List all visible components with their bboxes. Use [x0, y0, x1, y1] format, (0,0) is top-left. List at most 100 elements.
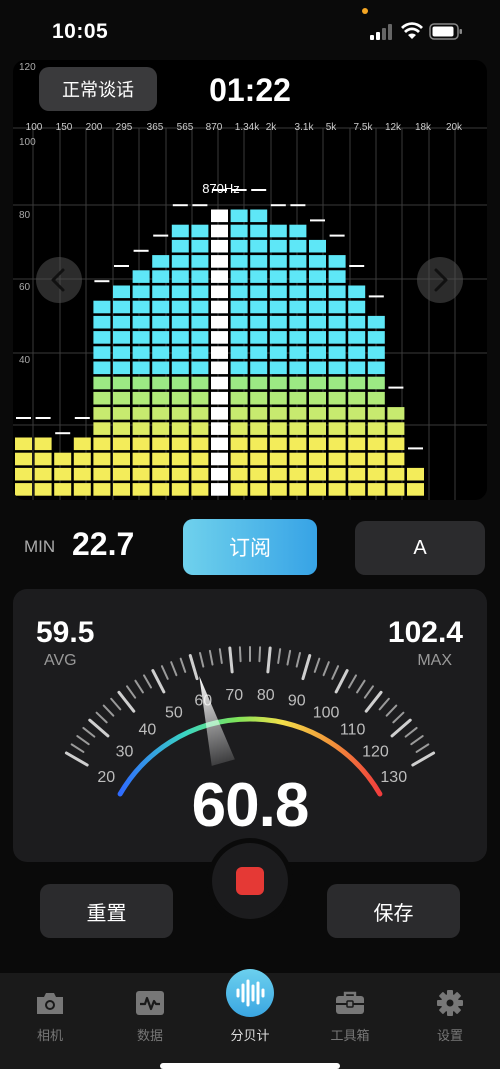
- spectrum-bar-segment: [309, 361, 326, 375]
- spectrum-bar-segment: [309, 346, 326, 359]
- spectrum-bar-segment: [152, 467, 170, 481]
- next-view-button[interactable]: [417, 257, 463, 303]
- battery-icon: [429, 23, 462, 40]
- spectrum-bar-segment: [309, 239, 326, 253]
- spectrum-bar-segment: [152, 483, 170, 496]
- spectrum-bar-segment: [15, 483, 32, 496]
- spectrum-bar-segment: [289, 270, 307, 283]
- tab-settings[interactable]: 设置: [420, 989, 480, 1044]
- peak-hold-marker: [133, 249, 149, 252]
- spectrum-bar-segment: [132, 483, 150, 496]
- spectrum-bar-segment: [250, 407, 268, 420]
- gauge-minor-tick: [82, 726, 96, 738]
- tab-label: 分贝计: [230, 1028, 270, 1043]
- spectrum-bar-segment: [211, 239, 228, 253]
- spectrum-bar-segment: [113, 285, 130, 299]
- spectrum-bar-segment: [328, 422, 346, 435]
- gauge-minor-tick: [110, 697, 122, 711]
- previous-view-button[interactable]: [36, 257, 82, 303]
- spectrum-bar-segment: [152, 255, 170, 268]
- spectrum-bar-segment: [289, 452, 307, 466]
- spectrum-bar-segment: [269, 407, 287, 420]
- spectrum-bar-segment: [269, 270, 287, 283]
- spectrum-bar-segment: [289, 346, 307, 359]
- spectrum-bar-segment: [230, 361, 248, 375]
- frequency-tick-label: 12k: [385, 122, 402, 133]
- spectrum-bar-segment: [269, 346, 287, 359]
- spectrum-bar-segment: [191, 483, 209, 496]
- spectrum-bar-segment: [367, 452, 385, 466]
- spectrum-bar-segment: [328, 437, 346, 451]
- gauge-major-tick: [117, 690, 136, 713]
- frequency-tick-label: 100: [26, 122, 43, 133]
- spectrum-bar-segment: [250, 437, 268, 451]
- spectrum-bar-segment: [93, 346, 111, 359]
- gauge-major-tick: [64, 751, 89, 767]
- spectrum-bar-segment: [250, 224, 268, 238]
- spectrum-bar-segment: [367, 391, 385, 405]
- spectrum-bar-segment: [132, 361, 150, 375]
- reset-button[interactable]: 重置: [40, 884, 173, 938]
- spectrum-bar-segment: [269, 437, 287, 451]
- spectrum-bar-segment: [171, 285, 189, 299]
- save-button[interactable]: 保存: [327, 884, 460, 938]
- gauge-minor-tick: [410, 735, 424, 746]
- spectrum-bar-segment: [211, 452, 228, 466]
- frequency-tick-label: 3.1k: [295, 122, 315, 133]
- spectrum-bar-segment: [54, 467, 72, 481]
- spectrum-bar-segment: [309, 467, 326, 481]
- spectrum-bar-segment: [34, 467, 52, 481]
- spectrum-bar-segment: [211, 376, 228, 390]
- spectrum-bar-segment: [93, 376, 111, 390]
- spectrum-bar-segment: [171, 300, 189, 314]
- gauge-minor-tick: [134, 679, 144, 694]
- frequency-weighting-button[interactable]: A: [355, 521, 485, 575]
- spectrum-bar-segment: [93, 407, 111, 420]
- spectrum-bar-segment: [34, 437, 52, 451]
- gauge-minor-tick: [348, 674, 357, 689]
- spectrum-bar-segment: [132, 376, 150, 390]
- spectrum-bar-segment: [171, 224, 189, 238]
- peak-hold-marker: [368, 295, 384, 298]
- spectrum-bar-segment: [171, 483, 189, 496]
- spectrum-bar-segment: [309, 391, 326, 405]
- spectrum-bar-segment: [289, 467, 307, 481]
- spectrum-bar-segment: [407, 483, 424, 496]
- spectrum-bar-segment: [230, 255, 248, 268]
- spectrum-bar-segment: [269, 331, 287, 344]
- spectrum-bar-segment: [309, 315, 326, 329]
- active-tab-indicator[interactable]: [226, 969, 274, 1017]
- peak-hold-marker: [349, 265, 365, 267]
- spectrum-bar-segment: [132, 300, 150, 314]
- spectrum-bar-segment: [73, 467, 91, 481]
- spectrum-bar-segment: [328, 346, 346, 359]
- spectrum-bar-segment: [309, 376, 326, 390]
- spectrum-bar-segment: [387, 452, 405, 466]
- tab-toolbox[interactable]: 工具箱: [320, 989, 380, 1044]
- spectrum-bar-segment: [152, 422, 170, 435]
- spectrum-bar-segment: [289, 376, 307, 390]
- tab-data[interactable]: 数据: [120, 989, 180, 1044]
- gauge-major-tick: [88, 718, 110, 738]
- spectrum-bar-segment: [289, 300, 307, 314]
- spectrum-bar-segment: [348, 346, 366, 359]
- record-stop-button[interactable]: [212, 843, 288, 919]
- spectrum-bar-segment: [250, 467, 268, 481]
- spectrum-bar-segment: [387, 467, 405, 481]
- gauge-major-tick: [228, 646, 234, 674]
- peak-hold-marker: [408, 447, 423, 450]
- spectrum-bar-segment: [191, 315, 209, 329]
- spectrum-bar-segment: [152, 361, 170, 375]
- tab-camera[interactable]: 相机: [20, 989, 80, 1044]
- spectrum-bar-segment: [73, 437, 91, 451]
- spectrum-bar-segment: [132, 270, 150, 283]
- spectrum-chart: 120100806040100 150 200 295 365 565 870 1.34k 2k…: [13, 62, 487, 500]
- spectrum-bar-segment: [328, 285, 346, 299]
- spectrum-bar-segment: [250, 331, 268, 344]
- spectrum-bar-segment: [211, 270, 228, 283]
- spectrum-bar-segment: [230, 270, 248, 283]
- subscribe-button[interactable]: 订阅: [183, 519, 317, 575]
- spectrum-bar-segment: [269, 422, 287, 435]
- status-bar: 10:05: [0, 0, 500, 60]
- spectrum-bar-segment: [93, 361, 111, 375]
